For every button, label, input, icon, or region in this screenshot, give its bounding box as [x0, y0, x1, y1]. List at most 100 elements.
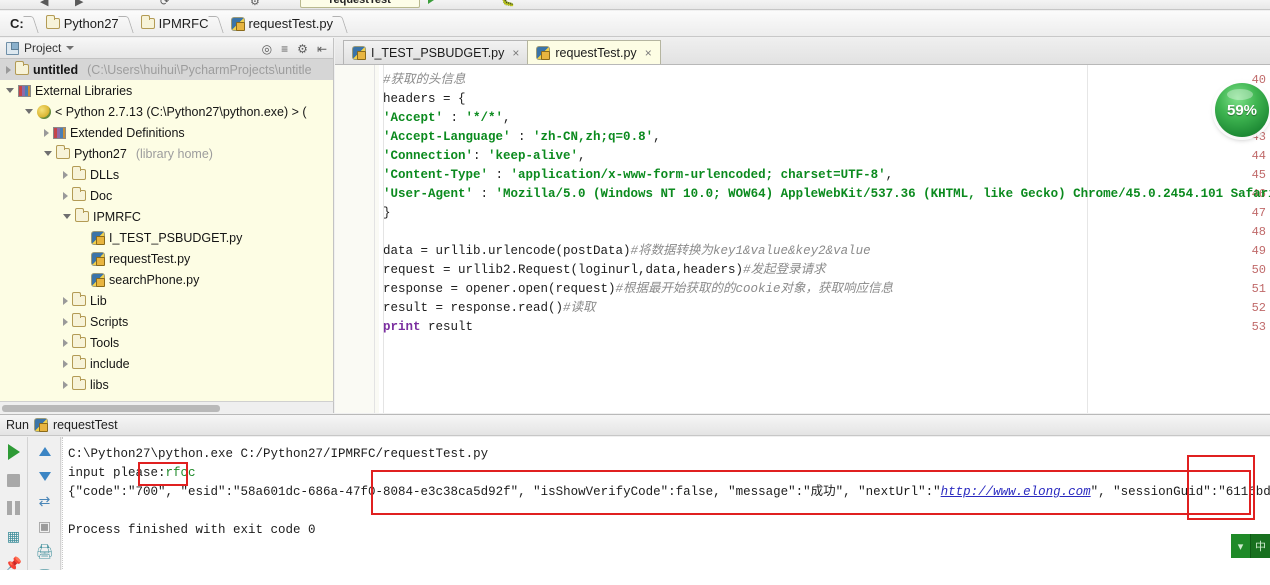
- tree-item[interactable]: libs: [0, 374, 333, 395]
- project-tree-hscrollbar[interactable]: [0, 401, 334, 413]
- tab-request-test[interactable]: requestTest.py ×: [527, 40, 661, 64]
- tree-item[interactable]: searchPhone.py: [0, 269, 333, 290]
- tree-item[interactable]: External Libraries: [0, 80, 333, 101]
- back-icon[interactable]: ◀: [40, 0, 48, 8]
- code-line[interactable]: 'Connection': 'keep-alive',: [381, 147, 1270, 166]
- tree-item[interactable]: Scripts: [0, 311, 333, 332]
- tree-item[interactable]: < Python 2.7.13 (C:\Python27\python.exe)…: [0, 101, 333, 122]
- debug-icon[interactable]: 🐛: [500, 0, 515, 7]
- breadcrumb-label: Python27: [63, 16, 119, 31]
- code-line[interactable]: print result: [381, 318, 1270, 337]
- tree-item-label: requestTest.py: [109, 251, 191, 266]
- editor-gutter-strip: [375, 65, 379, 413]
- pause-icon[interactable]: [5, 499, 23, 517]
- code-line[interactable]: response = opener.open(request)#根据最开始获取的…: [381, 280, 1270, 299]
- tree-item[interactable]: requestTest.py: [0, 248, 333, 269]
- collapse-all-icon[interactable]: ≡: [281, 43, 288, 55]
- tree-item[interactable]: Lib: [0, 290, 333, 311]
- tree-item[interactable]: Doc: [0, 185, 333, 206]
- tree-item[interactable]: Python27 (library home): [0, 143, 333, 164]
- run-icon[interactable]: [428, 0, 437, 4]
- editor-gutter[interactable]: [335, 65, 375, 413]
- code-line[interactable]: data = urllib.urlencode(postData)#将数据转换为…: [381, 242, 1270, 261]
- code-line[interactable]: 'Accept' : '*/*',: [381, 109, 1270, 128]
- twisty-collapsed-icon[interactable]: [63, 191, 68, 200]
- code-line[interactable]: #获取的头信息: [381, 71, 1270, 90]
- code-line[interactable]: request = urllib2.Request(loginurl,data,…: [381, 261, 1270, 280]
- target-icon[interactable]: ◎: [262, 43, 272, 55]
- run-configuration-selector[interactable]: requestTest: [300, 0, 420, 8]
- code-line[interactable]: 'User-Agent' : 'Mozilla/5.0 (Windows NT …: [381, 185, 1270, 204]
- code-token: #根据最开始获取的的cookie对象，获取响应信息: [615, 282, 894, 296]
- code-line[interactable]: 'Content-Type' : 'application/x-www-form…: [381, 166, 1270, 185]
- sync-icon[interactable]: ⟳: [160, 0, 169, 8]
- twisty-collapsed-icon[interactable]: [63, 317, 68, 326]
- tree-item[interactable]: include: [0, 353, 333, 374]
- chevron-down-icon[interactable]: [66, 46, 75, 50]
- run-icon[interactable]: [5, 443, 23, 461]
- tree-item[interactable]: Extended Definitions: [0, 122, 333, 143]
- twisty-collapsed-icon[interactable]: [63, 359, 68, 368]
- tree-item[interactable]: DLLs: [0, 164, 333, 185]
- code-line[interactable]: [381, 223, 1270, 242]
- hide-icon[interactable]: ⇤: [317, 43, 327, 55]
- twisty-collapsed-icon[interactable]: [63, 170, 68, 179]
- project-tree[interactable]: untitled (C:\Users\huihui\PycharmProjects…: [0, 59, 334, 404]
- soft-wrap-icon[interactable]: ⇄: [36, 493, 54, 510]
- breadcrumb-item-file[interactable]: requestTest.py: [223, 11, 348, 37]
- tree-item[interactable]: Tools: [0, 332, 333, 353]
- stop-icon[interactable]: [5, 471, 23, 489]
- code-content[interactable]: #获取的头信息 headers = { 'Accept' : '*/*', 'A…: [381, 65, 1270, 413]
- code-editor[interactable]: 4041424344454647484950515253 #获取的头信息 hea…: [335, 65, 1270, 413]
- close-icon[interactable]: ×: [512, 46, 519, 60]
- twisty-collapsed-icon[interactable]: [44, 128, 49, 137]
- run-config-name: requestTest: [52, 418, 118, 432]
- code-line[interactable]: headers = {: [381, 90, 1270, 109]
- twisty-collapsed-icon[interactable]: [6, 65, 11, 74]
- breadcrumb-item-ipmrfc[interactable]: IPMRFC: [133, 11, 223, 37]
- up-arrow-icon[interactable]: [36, 443, 54, 460]
- scroll-to-end-icon[interactable]: ▣: [36, 518, 54, 535]
- tree-item[interactable]: I_TEST_PSBUDGET.py: [0, 227, 333, 248]
- gear-icon[interactable]: ⚙: [297, 43, 308, 55]
- tab-i-test-psbudget[interactable]: I_TEST_PSBUDGET.py ×: [343, 40, 529, 64]
- close-icon[interactable]: ×: [645, 46, 652, 60]
- down-arrow-icon[interactable]: [36, 468, 54, 485]
- twisty-expanded-icon[interactable]: [63, 214, 71, 219]
- tree-item[interactable]: untitled (C:\Users\huihui\PycharmProjects…: [0, 59, 333, 80]
- twisty-collapsed-icon[interactable]: [63, 296, 68, 305]
- scrollbar-thumb[interactable]: [2, 405, 220, 412]
- project-icon: [6, 41, 19, 55]
- code-token: response = opener.open(request): [383, 282, 616, 296]
- tree-item[interactable]: IPMRFC: [0, 206, 333, 227]
- run-console[interactable]: C:\Python27\python.exe C:/Python27/IPMRF…: [62, 437, 1270, 585]
- code-line[interactable]: result = response.read()#读取: [381, 299, 1270, 318]
- settings-icon[interactable]: ⚙: [250, 0, 260, 8]
- twisty-expanded-icon[interactable]: [6, 88, 14, 93]
- twisty-collapsed-icon[interactable]: [63, 380, 68, 389]
- tree-item-label: Tools: [90, 335, 120, 350]
- python-icon: [37, 104, 51, 119]
- code-line[interactable]: }: [381, 204, 1270, 223]
- breadcrumb-item-python27[interactable]: Python27: [38, 11, 133, 37]
- console-gutter: [62, 437, 66, 585]
- tree-item-label: External Libraries: [35, 83, 133, 98]
- twisty-expanded-icon[interactable]: [25, 109, 33, 114]
- forward-icon[interactable]: ▶: [75, 0, 83, 8]
- code-line[interactable]: 'Accept-Language' : 'zh-CN,zh;q=0.8',: [381, 128, 1270, 147]
- twisty-expanded-icon[interactable]: [44, 151, 52, 156]
- code-token: :: [473, 187, 496, 201]
- console-line: Process finished with exit code 0: [68, 523, 316, 537]
- breadcrumb-item-drive[interactable]: C:: [4, 11, 38, 37]
- ime-icon[interactable]: 中: [1250, 534, 1270, 558]
- print-icon[interactable]: 🖨: [36, 543, 54, 560]
- python-file-icon: [536, 45, 551, 60]
- folder-icon: [72, 292, 86, 306]
- url-link[interactable]: http://www.elong.com: [941, 485, 1091, 499]
- folder-icon: [45, 15, 60, 29]
- console-icon[interactable]: ▦: [5, 527, 23, 545]
- library-icon: [18, 84, 31, 97]
- folder-icon: [15, 61, 29, 75]
- chevron-up-icon[interactable]: ▾: [1231, 534, 1250, 558]
- twisty-collapsed-icon[interactable]: [63, 338, 68, 347]
